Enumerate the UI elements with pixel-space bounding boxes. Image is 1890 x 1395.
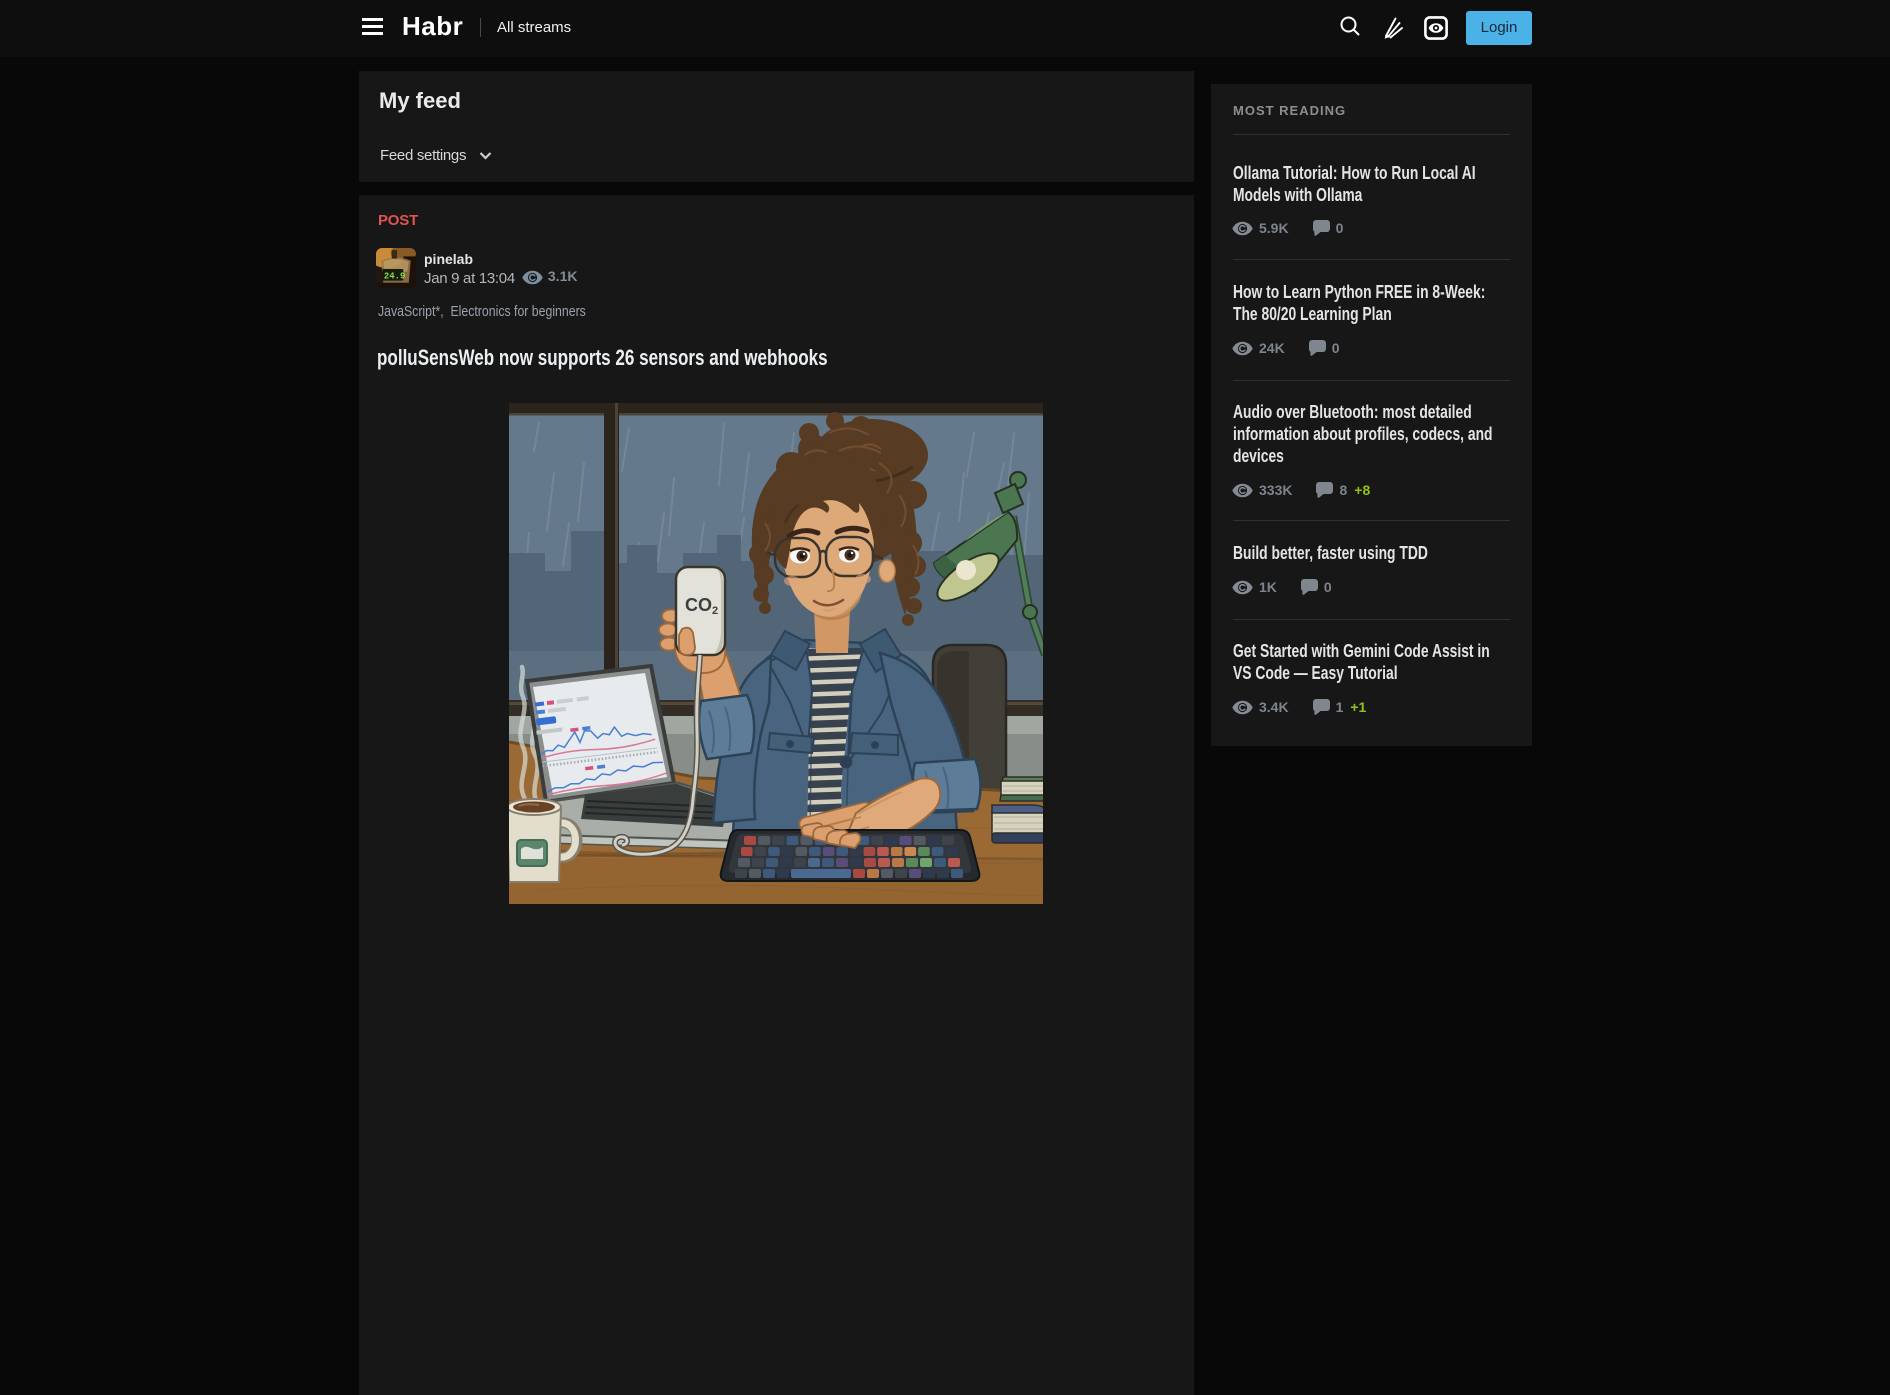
- svg-text:24.9: 24.9: [384, 272, 405, 282]
